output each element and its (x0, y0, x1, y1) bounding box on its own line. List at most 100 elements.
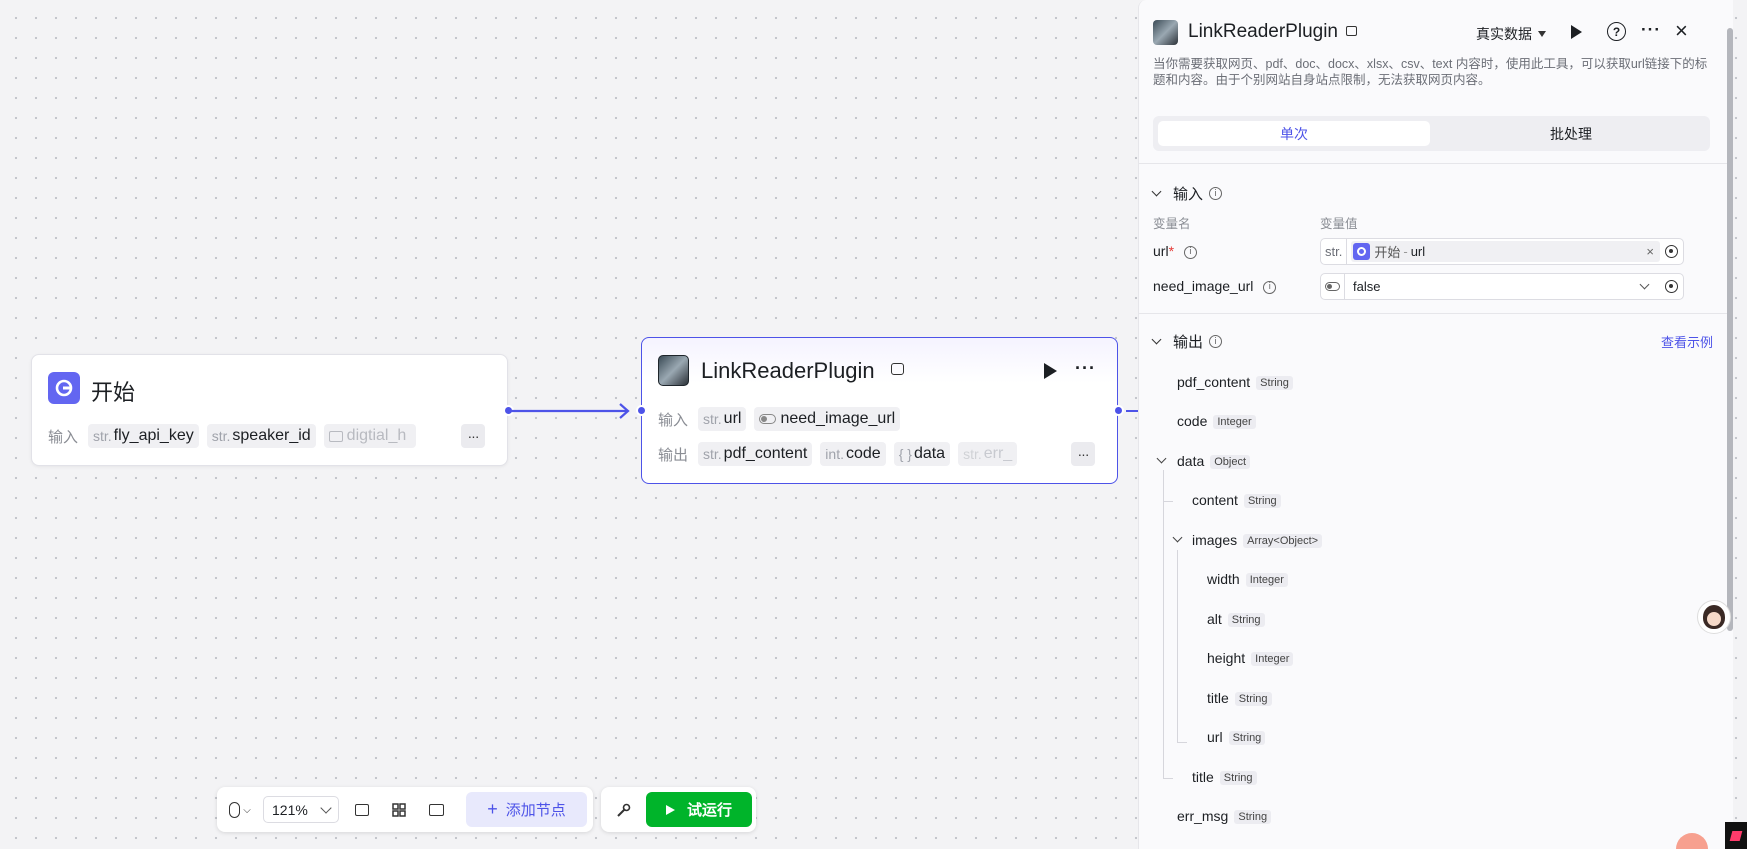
variable-picker-icon[interactable] (1665, 245, 1678, 258)
outgoing-edge (1126, 410, 1138, 412)
output-section-header[interactable]: 输出 i (1151, 331, 1223, 352)
plus-icon: + (487, 799, 498, 819)
chevron-down-icon (1639, 279, 1650, 290)
param-pill: digtial_h (323, 424, 416, 448)
zoom-select[interactable]: 121% (263, 796, 339, 823)
col-var-name: 变量名 (1153, 217, 1191, 231)
panel-scrollbar[interactable] (1727, 28, 1733, 631)
plugin-node-input-port[interactable] (636, 405, 647, 416)
output-item: data Object (1177, 453, 1251, 470)
input-section-header[interactable]: 输入 i (1151, 183, 1223, 204)
play-icon[interactable] (1044, 363, 1057, 379)
output-item: images Array<Object> (1192, 532, 1323, 549)
robot-icon (891, 363, 904, 375)
boolean-value: false (1353, 279, 1381, 294)
variable-picker-icon[interactable] (1665, 280, 1678, 293)
panel-description: 当你需要获取网页、pdf、doc、docx、xlsx、csv、text 内容时，… (1153, 57, 1708, 87)
ref-var-name: url (1410, 244, 1426, 259)
start-node-title: 开始 (91, 380, 136, 405)
corner-logo-icon[interactable] (1725, 822, 1747, 849)
add-node-button[interactable]: + 添加节点 (466, 792, 587, 827)
tab-batch[interactable]: 批处理 (1435, 121, 1707, 146)
help-icon[interactable]: ? (1607, 22, 1626, 41)
start-node-input-label: 输入 (48, 428, 79, 446)
divider (1139, 313, 1733, 314)
data-mode-label: 真实数据 (1476, 26, 1532, 42)
mouse-icon[interactable]: ⌵ (225, 798, 255, 822)
clear-icon[interactable]: × (1646, 244, 1654, 259)
view-example-link[interactable]: 查看示例 (1661, 332, 1713, 351)
canvas-toolbar: ⌵ 121% + 添加节点 (217, 787, 593, 832)
info-icon: i (1183, 245, 1197, 259)
output-pill: int. code (820, 442, 886, 466)
output-item: pdf_content String (1177, 374, 1293, 391)
more-icon[interactable]: ··· (1641, 20, 1661, 40)
test-run-label: 试运行 (686, 802, 732, 819)
chevron-down-icon (1151, 334, 1162, 345)
input-section-title: 输入 (1173, 186, 1204, 203)
output-item: height Integer (1207, 650, 1294, 667)
info-icon: i (1263, 280, 1277, 294)
ref-separator: - (1403, 244, 1408, 259)
close-icon[interactable]: × (1675, 18, 1688, 44)
play-icon (665, 804, 675, 815)
param-pill: str. speaker_id (206, 424, 316, 448)
comment-icon[interactable] (350, 798, 374, 822)
plugin-icon (658, 355, 689, 386)
assistant-avatar[interactable] (1697, 600, 1731, 634)
start-node[interactable]: 开始 输入 str. fly_api_key str. speaker_id dig… (31, 354, 508, 466)
col-var-value: 变量值 (1320, 217, 1358, 231)
plugin-node-output-label: 输出 (658, 446, 689, 464)
url-value-field[interactable]: str. 开始 - url × (1320, 238, 1684, 265)
edge-connector (510, 403, 630, 419)
wrench-icon[interactable] (611, 798, 635, 822)
play-icon[interactable] (1571, 25, 1582, 39)
need-image-url-select[interactable]: false (1320, 273, 1684, 300)
test-run-button[interactable]: 试运行 (646, 792, 752, 827)
tree-line (1177, 742, 1187, 743)
tab-single[interactable]: 单次 (1158, 121, 1430, 146)
tree-line (1177, 550, 1178, 742)
info-icon: i (1209, 335, 1223, 348)
toggle-icon (1321, 274, 1345, 299)
type-label: str. (1321, 239, 1348, 264)
var-name: need_image_url (1153, 278, 1254, 294)
chevron-down-icon (1151, 186, 1162, 197)
var-name: url (1153, 243, 1169, 259)
folder-icon (328, 430, 343, 442)
minimap-icon[interactable] (424, 798, 448, 822)
input-pill: need_image_url (754, 407, 901, 431)
run-mode-tabs: 单次 批处理 (1153, 116, 1710, 151)
plugin-node-output-port[interactable] (1113, 405, 1124, 416)
data-mode-select[interactable]: 真实数据 (1476, 24, 1546, 44)
robot-icon (1346, 26, 1357, 36)
output-item: err_msg String (1177, 808, 1272, 825)
start-node-more-button[interactable]: ··· (461, 424, 485, 448)
param-pill: str. fly_api_key (88, 424, 199, 448)
tree-line (1163, 778, 1173, 779)
input-pill: str. url (698, 407, 747, 431)
panel-title: LinkReaderPlugin (1188, 21, 1338, 42)
plugin-node-outputs-more-button[interactable]: ··· (1071, 442, 1095, 466)
output-item: title String (1207, 690, 1272, 707)
chevron-down-icon (320, 802, 332, 814)
node-detail-panel: LinkReaderPlugin 真实数据 ? ··· × 当你需要获取网页、p… (1138, 0, 1733, 849)
plugin-node-more-button[interactable]: ··· (1075, 358, 1096, 379)
output-item: alt String (1207, 611, 1265, 628)
toggle-icon (759, 414, 777, 424)
chevron-down-icon[interactable] (1172, 532, 1183, 543)
run-toolbar: 试运行 (601, 787, 756, 832)
output-pill: str. pdf_content (698, 442, 813, 466)
plugin-node[interactable]: LinkReaderPlugin ··· 输入 str. url need_ima… (641, 337, 1118, 484)
grid-icon[interactable] (387, 798, 411, 822)
zoom-value: 121% (272, 801, 308, 818)
input-row-url-label: url* i (1153, 243, 1197, 259)
plugin-node-input-label: 输入 (658, 411, 689, 429)
add-node-label: 添加节点 (505, 802, 566, 819)
output-pill: { } data (893, 442, 951, 466)
caret-down-icon (1538, 31, 1546, 37)
start-node-icon (48, 372, 80, 404)
tree-line (1163, 501, 1173, 502)
output-section-title: 输出 (1173, 334, 1204, 351)
chevron-down-icon[interactable] (1156, 453, 1167, 464)
